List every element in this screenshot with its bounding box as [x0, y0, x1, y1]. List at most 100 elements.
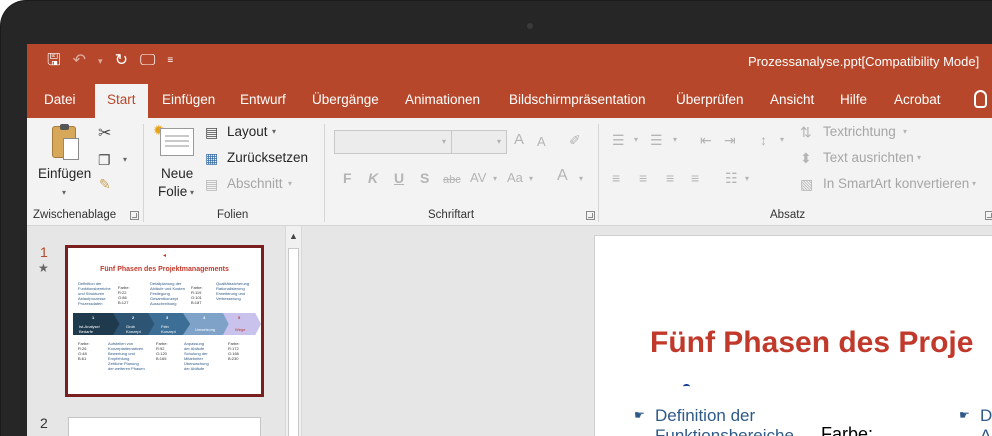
paragraph-launcher-icon[interactable] [985, 211, 992, 220]
bold-button[interactable]: F [343, 170, 352, 186]
case-dropdown-icon[interactable]: ▾ [529, 174, 533, 183]
font-color-button[interactable]: A [557, 168, 568, 184]
smartart-dropdown-icon[interactable]: ▾ [972, 179, 976, 188]
reset-button[interactable]: Zurücksetzen [227, 150, 308, 165]
section-icon[interactable]: ▤ [205, 176, 218, 192]
layout-dropdown-icon[interactable]: ▾ [272, 127, 276, 136]
tab-animationen[interactable]: Animationen [405, 92, 480, 107]
new-slide-label-line2[interactable]: Folie [158, 184, 187, 199]
current-slide[interactable]: Fünf Phasen des Proje ☛ Definition der F… [594, 235, 992, 436]
slide-title[interactable]: Fünf Phasen des Proje [650, 326, 973, 360]
bullets-dropdown-icon[interactable]: ▾ [634, 135, 638, 144]
scroll-thumb[interactable] [288, 248, 299, 436]
animation-star-icon: ★ [38, 261, 49, 275]
shrink-font-icon[interactable]: A [537, 134, 546, 150]
tab-acrobat[interactable]: Acrobat [894, 92, 941, 107]
cut-icon[interactable]: ✂ [98, 126, 111, 142]
bullet-hand-icon: ☛ [959, 408, 970, 422]
tab-uebergaenge[interactable]: Übergänge [312, 92, 379, 107]
bullet-text[interactable]: A [980, 426, 991, 436]
group-label-font: Schriftart [428, 209, 475, 221]
color-label[interactable]: Farbe: [821, 424, 873, 436]
quick-access-toolbar: 🖫 ↶ ▾ ↻ 🖵 ≡ [47, 52, 173, 70]
tab-bildschirmpraesentation[interactable]: Bildschirmpräsentation [509, 92, 646, 107]
character-spacing-button[interactable]: AV [470, 170, 486, 186]
layout-button[interactable]: Layout [227, 124, 268, 139]
layout-icon[interactable]: ▤ [205, 124, 218, 140]
copy-icon[interactable]: ❐ [98, 152, 111, 168]
text-direction-button[interactable]: Textrichtung [823, 124, 896, 139]
text-shadow-button[interactable]: S [420, 170, 429, 186]
slide-thumbnail-pane: 1 ★ ◂ Fünf Phasen des Projektmanagements… [27, 226, 307, 436]
present-from-start-icon[interactable]: 🖵 [140, 52, 155, 70]
line-spacing-icon[interactable]: ↕ [760, 132, 767, 148]
bullet-text[interactable]: Definition der [655, 406, 755, 426]
align-right-icon[interactable]: ≡ [666, 170, 674, 186]
thumb-text: Definition der Funktionsbereiche und Str… [78, 281, 111, 306]
new-slide-icon[interactable] [160, 128, 194, 156]
smartart-button[interactable]: In SmartArt konvertieren [823, 176, 969, 191]
new-slide-dropdown-icon[interactable]: ▾ [190, 188, 194, 197]
tab-datei[interactable]: Datei [44, 92, 76, 107]
customize-qat-icon[interactable]: ≡ [167, 52, 173, 70]
undo-dropdown-icon[interactable]: ▾ [98, 52, 103, 70]
text-direction-icon[interactable]: ⇅ [800, 124, 812, 140]
align-text-dropdown-icon[interactable]: ▾ [917, 153, 921, 162]
thumb-chevron-number: 2 [132, 315, 135, 320]
thumbnail-scrollbar[interactable]: ▲ [285, 226, 302, 436]
strikethrough-button[interactable]: abc [443, 172, 461, 188]
redo-icon[interactable]: ↻ [115, 52, 128, 70]
group-label-clipboard: Zwischenablage [33, 209, 117, 221]
decrease-indent-icon[interactable]: ⇤ [700, 132, 712, 148]
paste-button-label[interactable]: Einfügen [38, 166, 91, 181]
scroll-up-icon[interactable]: ▲ [286, 229, 301, 244]
bullet-text[interactable]: D [980, 406, 992, 426]
align-center-icon[interactable]: ≡ [639, 170, 647, 186]
justify-icon[interactable]: ≡ [691, 170, 699, 186]
clear-formatting-icon[interactable]: ✐ [569, 132, 581, 148]
text-direction-dropdown-icon[interactable]: ▾ [903, 127, 907, 136]
new-slide-label-line1[interactable]: Neue [161, 166, 193, 181]
font-color-dropdown-icon[interactable]: ▾ [579, 174, 583, 183]
align-left-icon[interactable]: ≡ [612, 170, 620, 186]
section-button[interactable]: Abschnitt [227, 176, 283, 191]
columns-icon[interactable]: ☷ [725, 170, 738, 186]
copy-dropdown-icon[interactable]: ▾ [123, 155, 127, 164]
tab-einfuegen[interactable]: Einfügen [162, 92, 215, 107]
bullet-text[interactable]: Funktionsbereiche [655, 426, 794, 436]
slide-thumbnail-1[interactable]: ◂ Fünf Phasen des Projektmanagements Def… [65, 245, 264, 397]
smartart-icon[interactable]: ▧ [800, 176, 813, 192]
section-dropdown-icon[interactable]: ▾ [288, 179, 292, 188]
line-spacing-dropdown-icon[interactable]: ▾ [780, 135, 784, 144]
tab-ansicht[interactable]: Ansicht [770, 92, 814, 107]
align-text-button[interactable]: Text ausrichten [823, 150, 914, 165]
paste-dropdown-icon[interactable]: ▾ [62, 188, 66, 197]
undo-icon[interactable]: ↶ [73, 52, 86, 70]
slide-thumbnail-2[interactable] [68, 417, 261, 436]
tab-hilfe[interactable]: Hilfe [840, 92, 867, 107]
increase-indent-icon[interactable]: ⇥ [724, 132, 736, 148]
italic-button[interactable]: K [368, 170, 378, 186]
tell-me-lightbulb-icon[interactable] [974, 90, 987, 108]
bullets-icon[interactable]: ☰ [612, 132, 625, 148]
thumb-chevron-label: Wege [235, 327, 246, 332]
tab-entwurf[interactable]: Entwurf [240, 92, 286, 107]
grow-font-icon[interactable]: A [514, 132, 524, 148]
save-icon[interactable]: 🖫 [47, 52, 61, 70]
clipboard-launcher-icon[interactable] [130, 211, 139, 220]
font-launcher-icon[interactable] [586, 211, 595, 220]
spacing-dropdown-icon[interactable]: ▾ [493, 174, 497, 183]
ribbon-tabs: Datei Start Einfügen Entwurf Übergänge A… [27, 80, 992, 118]
tab-start[interactable]: Start [95, 84, 148, 118]
reset-icon[interactable]: ▦ [205, 150, 218, 166]
numbering-dropdown-icon[interactable]: ▾ [673, 135, 677, 144]
tab-ueberpruefen[interactable]: Überprüfen [676, 92, 744, 107]
format-painter-icon[interactable]: ✎ [99, 176, 111, 192]
change-case-button[interactable]: Aa [507, 170, 523, 186]
columns-dropdown-icon[interactable]: ▾ [745, 174, 749, 183]
align-text-icon[interactable]: ⬍ [800, 150, 812, 166]
numbering-icon[interactable]: ☰ [650, 132, 663, 148]
underline-button[interactable]: U [394, 170, 404, 186]
font-size-combo[interactable]: ▾ [451, 130, 507, 154]
font-family-combo[interactable]: ▾ [334, 130, 452, 154]
